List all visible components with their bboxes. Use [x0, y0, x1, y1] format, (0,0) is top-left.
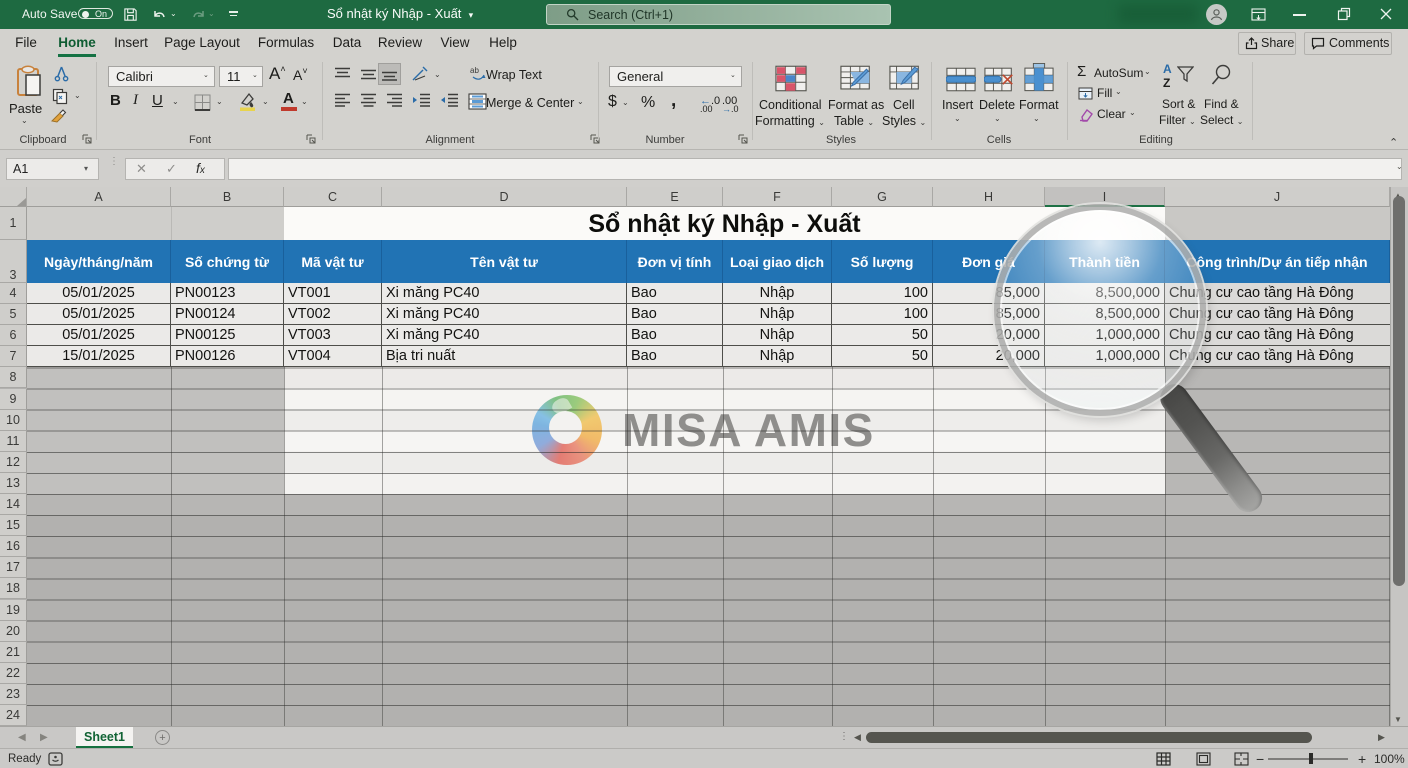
- svg-text:ab: ab: [470, 66, 479, 75]
